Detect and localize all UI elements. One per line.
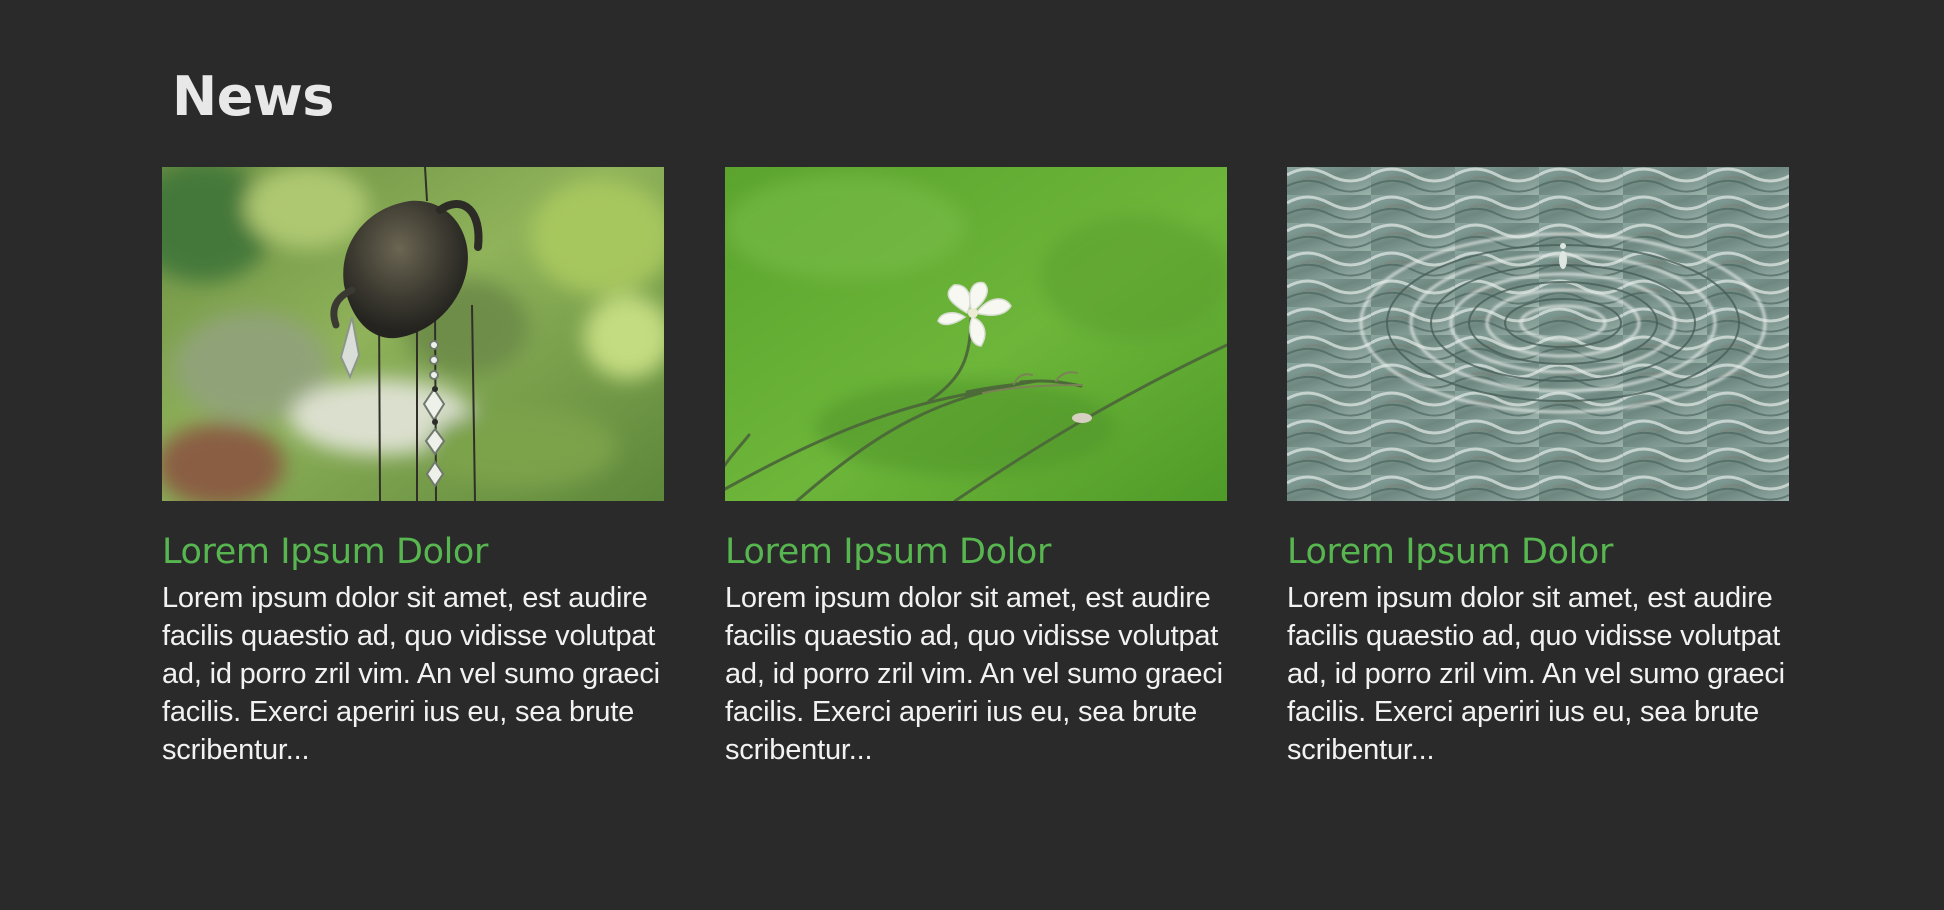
article-excerpt: Lorem ipsum dolor sit amet, est audire f… xyxy=(1287,581,1785,766)
news-heading: News xyxy=(172,65,334,128)
article-title[interactable]: Lorem Ipsum Dolor xyxy=(162,533,664,572)
article-title[interactable]: Lorem Ipsum Dolor xyxy=(1287,533,1789,572)
news-card[interactable]: Lorem Ipsum Dolor Lorem ipsum dolor sit … xyxy=(1287,167,1789,769)
news-card[interactable]: Lorem Ipsum Dolor Lorem ipsum dolor sit … xyxy=(725,167,1227,769)
article-title[interactable]: Lorem Ipsum Dolor xyxy=(725,533,1227,572)
white-flower-photo[interactable] xyxy=(725,167,1227,501)
article-excerpt: Lorem ipsum dolor sit amet, est audire f… xyxy=(162,581,660,766)
article-excerpt: Lorem ipsum dolor sit amet, est audire f… xyxy=(725,581,1223,766)
wind-chime-photo[interactable] xyxy=(162,167,664,501)
water-ripples-photo[interactable] xyxy=(1287,167,1789,501)
news-card[interactable]: Lorem Ipsum Dolor Lorem ipsum dolor sit … xyxy=(162,167,664,769)
